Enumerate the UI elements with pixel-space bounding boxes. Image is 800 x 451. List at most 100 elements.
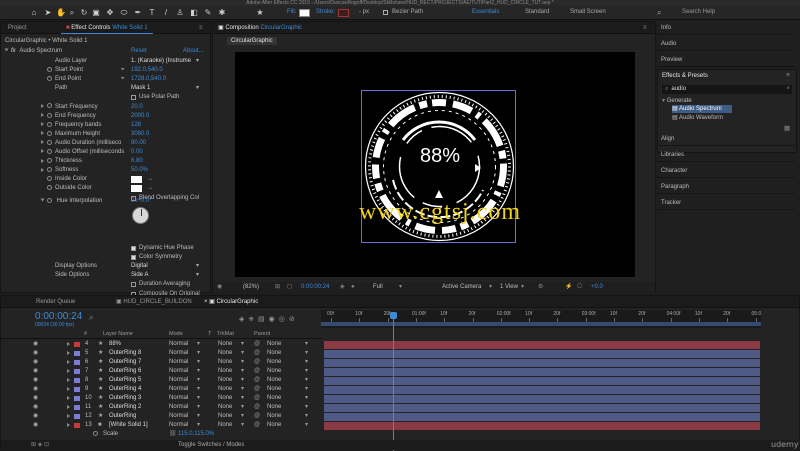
twirl-icon[interactable] — [41, 149, 44, 154]
layer-duration-bar[interactable] — [324, 359, 760, 367]
playhead-handle[interactable] — [390, 312, 397, 319]
zoom-level[interactable]: (82%) — [243, 282, 259, 293]
trkmat-select[interactable]: None — [218, 421, 232, 430]
parent-select[interactable]: None — [267, 358, 281, 367]
search-icon[interactable]: ⌕ — [89, 313, 93, 323]
effect-audio-spectrum[interactable]: ▤ Audio Spectrum — [672, 105, 732, 113]
panel-libraries[interactable]: Libraries — [657, 148, 795, 162]
stroke-swatch[interactable] — [338, 9, 349, 17]
stopwatch-icon[interactable] — [47, 112, 52, 118]
mode-select[interactable]: Normal — [169, 376, 188, 385]
table-row[interactable]: ◉ 8 ★ OuterRing 5 Normal ▾ None ▾ @ None ▾ — [1, 376, 322, 385]
layer-name[interactable]: 88% — [109, 340, 121, 349]
label-color[interactable] — [74, 369, 80, 374]
layer-name[interactable]: OuterRing — [109, 412, 136, 421]
mode-select[interactable]: Normal — [169, 412, 188, 421]
eye-icon[interactable]: ◉ — [33, 367, 38, 376]
label-color[interactable] — [74, 342, 80, 347]
table-row[interactable]: ◉ 13 ■ [White Solid 1] Normal ▾ None ▾ @ None ▾ — [1, 421, 322, 430]
property-value[interactable]: 3080.0 — [131, 130, 149, 139]
flowchart-icon[interactable]: ⎔ — [577, 282, 582, 293]
property-value[interactable]: 90.00 — [131, 139, 146, 148]
trkmat-select[interactable]: None — [218, 358, 232, 367]
ellipse-tool-icon[interactable]: ⬭ — [120, 9, 128, 17]
clear-search-icon[interactable]: × — [786, 85, 790, 94]
pickwhip-icon[interactable]: @ — [254, 403, 260, 412]
camera-select[interactable]: Active Camera — [442, 282, 481, 293]
layer-duration-bar[interactable] — [324, 377, 760, 385]
twirl-open-icon[interactable] — [40, 198, 45, 202]
layer-duration-bar[interactable] — [324, 368, 760, 376]
layer-name[interactable]: OuterRing 6 — [109, 367, 141, 376]
roto-brush-icon[interactable]: ✎ — [204, 9, 212, 17]
effects-menu-icon[interactable]: ≡ — [786, 72, 790, 79]
twirl-icon[interactable] — [67, 412, 73, 421]
brush-tool-icon[interactable]: / — [162, 9, 170, 17]
scale-value[interactable]: 115.0,115.0% — [178, 430, 214, 439]
parent-select[interactable]: None — [267, 349, 281, 358]
stopwatch-icon[interactable] — [47, 130, 52, 136]
fill-swatch[interactable] — [299, 9, 310, 17]
effects-search-field[interactable]: ⌕ audio × — [662, 85, 792, 94]
link-icon[interactable]: ⛓ — [169, 430, 177, 439]
property-checkbox[interactable] — [131, 246, 136, 251]
layer-duration-bar[interactable] — [324, 341, 760, 349]
mode-select[interactable]: Normal — [169, 421, 188, 430]
trkmat-select[interactable]: None — [218, 376, 232, 385]
pickwhip-icon[interactable]: @ — [254, 376, 260, 385]
trkmat-select[interactable]: None — [218, 367, 232, 376]
stopwatch-icon[interactable] — [47, 139, 52, 145]
panel-align[interactable]: Align — [657, 132, 795, 146]
property-select[interactable]: Mask 1 — [131, 84, 150, 93]
trkmat-select[interactable]: None — [218, 394, 232, 403]
pickwhip-icon[interactable]: @ — [254, 349, 260, 358]
table-row[interactable]: ◉ 6 ★ OuterRing 7 Normal ▾ None ▾ @ None ▾ — [1, 358, 322, 367]
label-color[interactable] — [74, 414, 80, 419]
tab-circular-graphic[interactable]: × ▣ CircularGraphic — [199, 296, 263, 308]
exposure-value[interactable]: +0.0 — [591, 282, 603, 293]
panel-character[interactable]: Character — [657, 164, 795, 178]
label-color[interactable] — [74, 378, 80, 383]
tab-render-queue[interactable]: Render Queue — [31, 296, 80, 308]
pickwhip-icon[interactable]: @ — [254, 412, 260, 421]
property-value[interactable]: 20.0 — [131, 103, 143, 112]
trkmat-select[interactable]: None — [218, 385, 232, 394]
layer-duration-bar[interactable] — [324, 413, 760, 421]
pickwhip-icon[interactable]: @ — [254, 358, 260, 367]
stopwatch-icon[interactable] — [47, 197, 52, 203]
parent-select[interactable]: None — [267, 367, 281, 376]
workspace-small-screen[interactable]: Small Screen — [570, 9, 606, 15]
label-color[interactable] — [74, 405, 80, 410]
label-color[interactable] — [74, 423, 80, 428]
crosshair-icon[interactable]: ⌖ — [121, 75, 124, 84]
comp-viewer[interactable]: 88% www.cgtsj.com — [235, 52, 635, 277]
twirl-icon[interactable] — [41, 131, 44, 136]
views-select[interactable]: 1 View — [500, 282, 518, 293]
about-link[interactable]: About... — [183, 47, 204, 56]
eye-icon[interactable]: ◉ — [33, 340, 38, 349]
stopwatch-icon[interactable] — [93, 430, 101, 439]
pickwhip-icon[interactable]: @ — [254, 385, 260, 394]
zoom-tool-icon[interactable]: ⌕ — [68, 9, 76, 17]
panel-preview[interactable]: Preview — [657, 53, 795, 67]
layer-duration-bar[interactable] — [324, 422, 760, 430]
eye-icon[interactable]: ◉ — [33, 421, 38, 430]
workspace-standard[interactable]: Standard — [525, 9, 549, 15]
property-checkbox[interactable] — [131, 255, 136, 261]
puppet-tool-icon[interactable]: ✱ — [218, 9, 226, 17]
selection-tool-icon[interactable]: ➤ — [44, 9, 52, 17]
mode-select[interactable]: Normal — [169, 385, 188, 394]
footer-toggle-icons[interactable]: ⊞ ◈ ⊡ — [31, 440, 49, 450]
resolution-select[interactable]: Full — [373, 282, 383, 293]
stopwatch-icon[interactable] — [47, 121, 52, 127]
pickwhip-icon[interactable]: @ — [254, 367, 260, 376]
property-value[interactable]: 50.0% — [131, 166, 148, 175]
label-color[interactable] — [74, 387, 80, 392]
layer-name[interactable]: OuterRing 8 — [109, 349, 141, 358]
mode-select[interactable]: Normal — [169, 367, 188, 376]
property-checkbox[interactable] — [131, 95, 136, 101]
parent-select[interactable]: None — [267, 403, 281, 412]
table-row[interactable]: ◉ 4 ★ 88% Normal ▾ None ▾ @ None ▾ — [1, 340, 322, 349]
twirl-icon[interactable] — [67, 394, 73, 403]
type-tool-icon[interactable]: T — [148, 9, 156, 17]
